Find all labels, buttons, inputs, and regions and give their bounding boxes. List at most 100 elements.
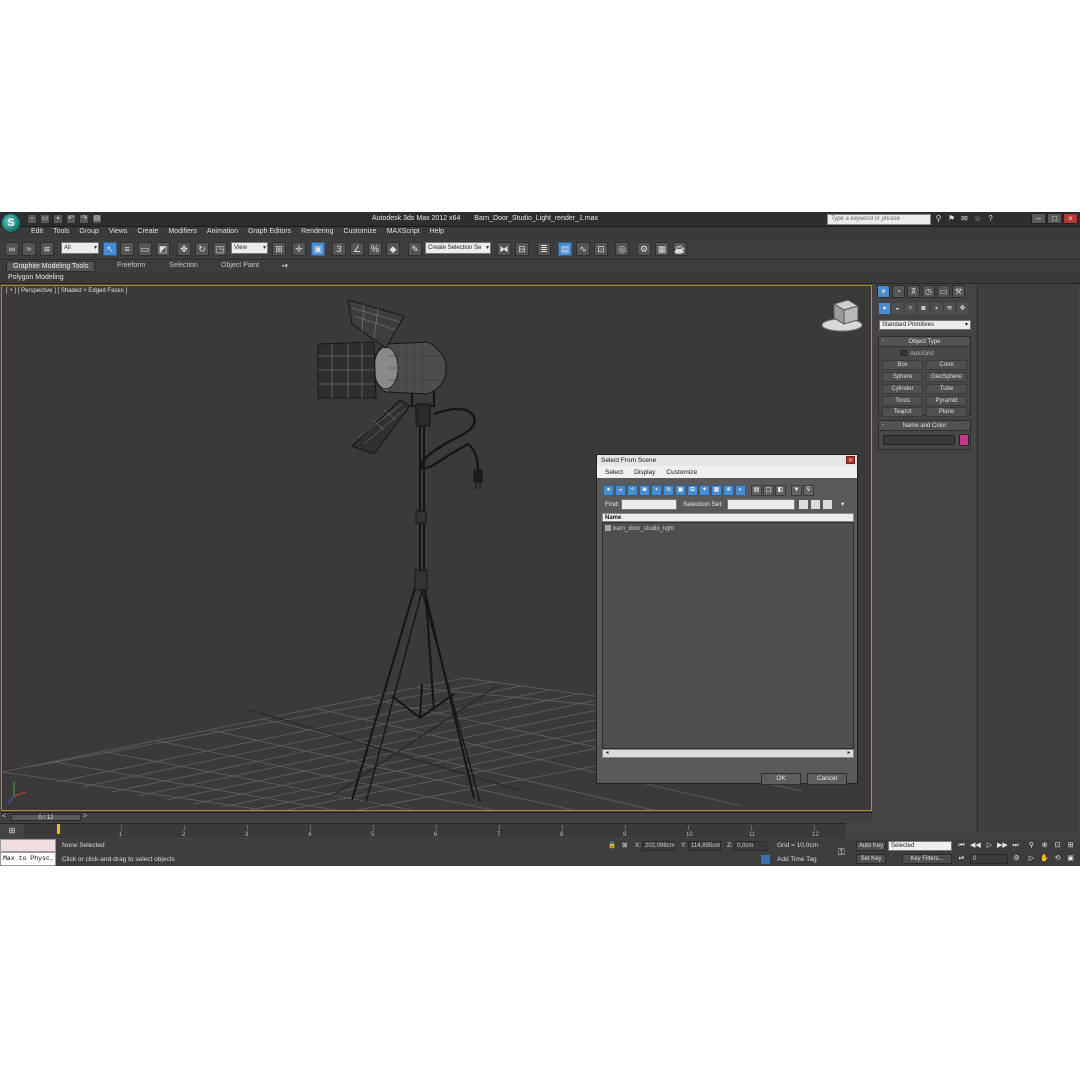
maxscript-input[interactable]: Max to Physc. (0, 852, 56, 866)
named-selection-sets-dropdown[interactable]: Create Selection Se (425, 242, 491, 254)
slider-right-arrow-icon[interactable]: > (83, 813, 87, 820)
selection-set-icon[interactable] (799, 500, 808, 509)
spinner-snap-icon[interactable]: ◆ (386, 242, 400, 256)
polygon-modeling-panel[interactable]: Polygon Modeling (8, 274, 64, 281)
go-to-end-icon[interactable]: ⏭ (1011, 841, 1020, 851)
edit-named-selection-icon[interactable]: ✎ (408, 242, 422, 256)
zoom-extents-icon[interactable]: ⊡ (1053, 841, 1062, 851)
render-setup-icon[interactable]: ⚙ (637, 242, 651, 256)
menu-maxscript[interactable]: MAXScript (387, 228, 420, 235)
display-hidden-icon[interactable]: ◐ (735, 485, 746, 496)
menu-help[interactable]: Help (430, 228, 444, 235)
name-and-color-header[interactable]: Name and Color (879, 420, 970, 431)
dialog-menu-display[interactable]: Display (634, 469, 655, 476)
current-frame-marker[interactable] (57, 824, 60, 834)
undo-icon[interactable]: ↶ (66, 214, 76, 224)
space-warps-icon[interactable]: ≋ (944, 303, 955, 314)
save-file-icon[interactable]: ▪ (53, 214, 63, 224)
time-slider-thumb[interactable]: 0 / 12 (11, 814, 81, 821)
modify-tab-icon[interactable]: ◔ (892, 285, 905, 298)
x-coordinate-field[interactable]: 202,098cm (642, 841, 675, 851)
redo-icon[interactable]: ↷ (79, 214, 89, 224)
key-filters-button[interactable]: Key Filters... (902, 854, 952, 864)
key-mode-toggle-icon[interactable]: ⏯ (957, 854, 966, 864)
binoculars-icon[interactable]: ⚲ (934, 214, 943, 224)
time-configuration-icon[interactable]: ⚙ (1012, 854, 1021, 864)
sort-icon[interactable] (811, 500, 820, 509)
favorites-star-icon[interactable]: ☆ (973, 214, 982, 224)
close-window-button[interactable]: × (1063, 213, 1078, 224)
unlink-icon[interactable]: ≈ (22, 242, 36, 256)
teapot-button[interactable]: Teapot (882, 407, 923, 417)
select-all-icon[interactable]: ▤ (751, 485, 762, 496)
cylinder-button[interactable]: Cylinder (882, 384, 923, 394)
track-bar[interactable]: ⊞ 1 2 3 4 5 6 7 8 9 10 11 12 (0, 823, 846, 838)
next-frame-icon[interactable]: ▶▶ (997, 841, 1008, 851)
link-icon[interactable]: ∞ (5, 242, 19, 256)
set-key-button[interactable]: Set Key (856, 854, 886, 864)
communication-center-icon[interactable]: ✉ (960, 214, 969, 224)
pivot-center-icon[interactable]: ⊞ (272, 242, 286, 256)
key-mode-dropdown[interactable]: Selected (888, 841, 952, 851)
display-groups-icon[interactable]: ▣ (675, 485, 686, 496)
align-icon[interactable]: ⊟ (515, 242, 529, 256)
z-coordinate-field[interactable]: 0,0cm (734, 841, 767, 851)
angle-snap-icon[interactable]: ∠ (350, 242, 364, 256)
scene-object-list[interactable]: barn_door_studio_light (602, 522, 854, 749)
geometry-icon[interactable]: ● (879, 303, 890, 314)
select-manipulate-icon[interactable]: ✛ (292, 242, 306, 256)
y-coordinate-field[interactable]: 114,895cm (688, 841, 721, 851)
mirror-icon[interactable]: ⧓ (497, 242, 511, 256)
lights-icon[interactable]: ✧ (905, 303, 916, 314)
menu-group[interactable]: Group (79, 228, 98, 235)
snaps-toggle-icon[interactable]: 3 (332, 242, 346, 256)
select-none-icon[interactable]: ▢ (763, 485, 774, 496)
pan-view-icon[interactable]: ✋ (1040, 854, 1049, 864)
list-options-icon[interactable] (823, 500, 832, 509)
display-bones-icon[interactable]: ✦ (699, 485, 710, 496)
set-keys-icon[interactable]: ⟋ (888, 853, 893, 861)
window-crossing-icon[interactable]: ◩ (156, 242, 170, 256)
selection-set-dropdown[interactable] (727, 499, 795, 510)
display-helpers-icon[interactable]: ▪ (651, 485, 662, 496)
menu-create[interactable]: Create (137, 228, 158, 235)
rendered-frame-window-icon[interactable]: ▦ (655, 242, 669, 256)
dialog-menu-select[interactable]: Select (605, 469, 623, 476)
ribbon-options-icon[interactable]: ▪▾ (282, 262, 288, 270)
rotate-icon[interactable]: ↻ (195, 242, 209, 256)
time-slider[interactable]: < 0 / 12 > (1, 812, 872, 822)
keyword-search-input[interactable]: Type a keyword or phrase (827, 214, 931, 225)
expand-arrow-icon[interactable]: ▾ (841, 500, 844, 508)
name-column-header[interactable]: Name (602, 513, 854, 522)
zoom-icon[interactable]: ⚲ (1027, 841, 1036, 851)
cone-button[interactable]: Cone (926, 360, 967, 370)
mini-curve-editor-icon[interactable]: ⊞ (0, 824, 24, 838)
go-to-start-icon[interactable]: ⏮ (957, 841, 966, 851)
menu-modifiers[interactable]: Modifiers (168, 228, 196, 235)
rectangular-region-icon[interactable]: ▭ (138, 242, 152, 256)
keyboard-shortcut-override-icon[interactable]: ▣ (311, 242, 325, 256)
graphite-toggle-icon[interactable]: ▤ (558, 242, 572, 256)
torus-button[interactable]: Torus (882, 396, 923, 406)
select-by-name-icon[interactable]: ≡ (120, 242, 134, 256)
display-geometry-icon[interactable]: ● (603, 485, 614, 496)
cameras-icon[interactable]: ◙ (918, 303, 929, 314)
menu-rendering[interactable]: Rendering (301, 228, 333, 235)
display-cameras-icon[interactable]: ◙ (639, 485, 650, 496)
menu-views[interactable]: Views (109, 228, 128, 235)
menu-tools[interactable]: Tools (53, 228, 69, 235)
object-type-header[interactable]: Object Type (879, 336, 970, 347)
field-of-view-icon[interactable]: ▷ (1027, 854, 1036, 864)
scroll-right-icon[interactable]: ▸ (845, 750, 853, 757)
menu-graph-editors[interactable]: Graph Editors (248, 228, 291, 235)
select-invert-icon[interactable]: ◧ (775, 485, 786, 496)
geometry-category-dropdown[interactable]: Standard Primitives (879, 320, 971, 330)
list-item[interactable]: barn_door_studio_light (605, 525, 674, 532)
hierarchy-tab-icon[interactable]: ⊼ (907, 285, 920, 298)
display-shapes-icon[interactable]: ◒ (615, 485, 626, 496)
horizontal-scrollbar[interactable]: ◂ ▸ (602, 749, 854, 758)
render-production-icon[interactable]: ☕ (673, 242, 687, 256)
tab-freeform[interactable]: Freeform (117, 262, 145, 269)
shapes-icon[interactable]: ◒ (892, 303, 903, 314)
menu-animation[interactable]: Animation (207, 228, 238, 235)
